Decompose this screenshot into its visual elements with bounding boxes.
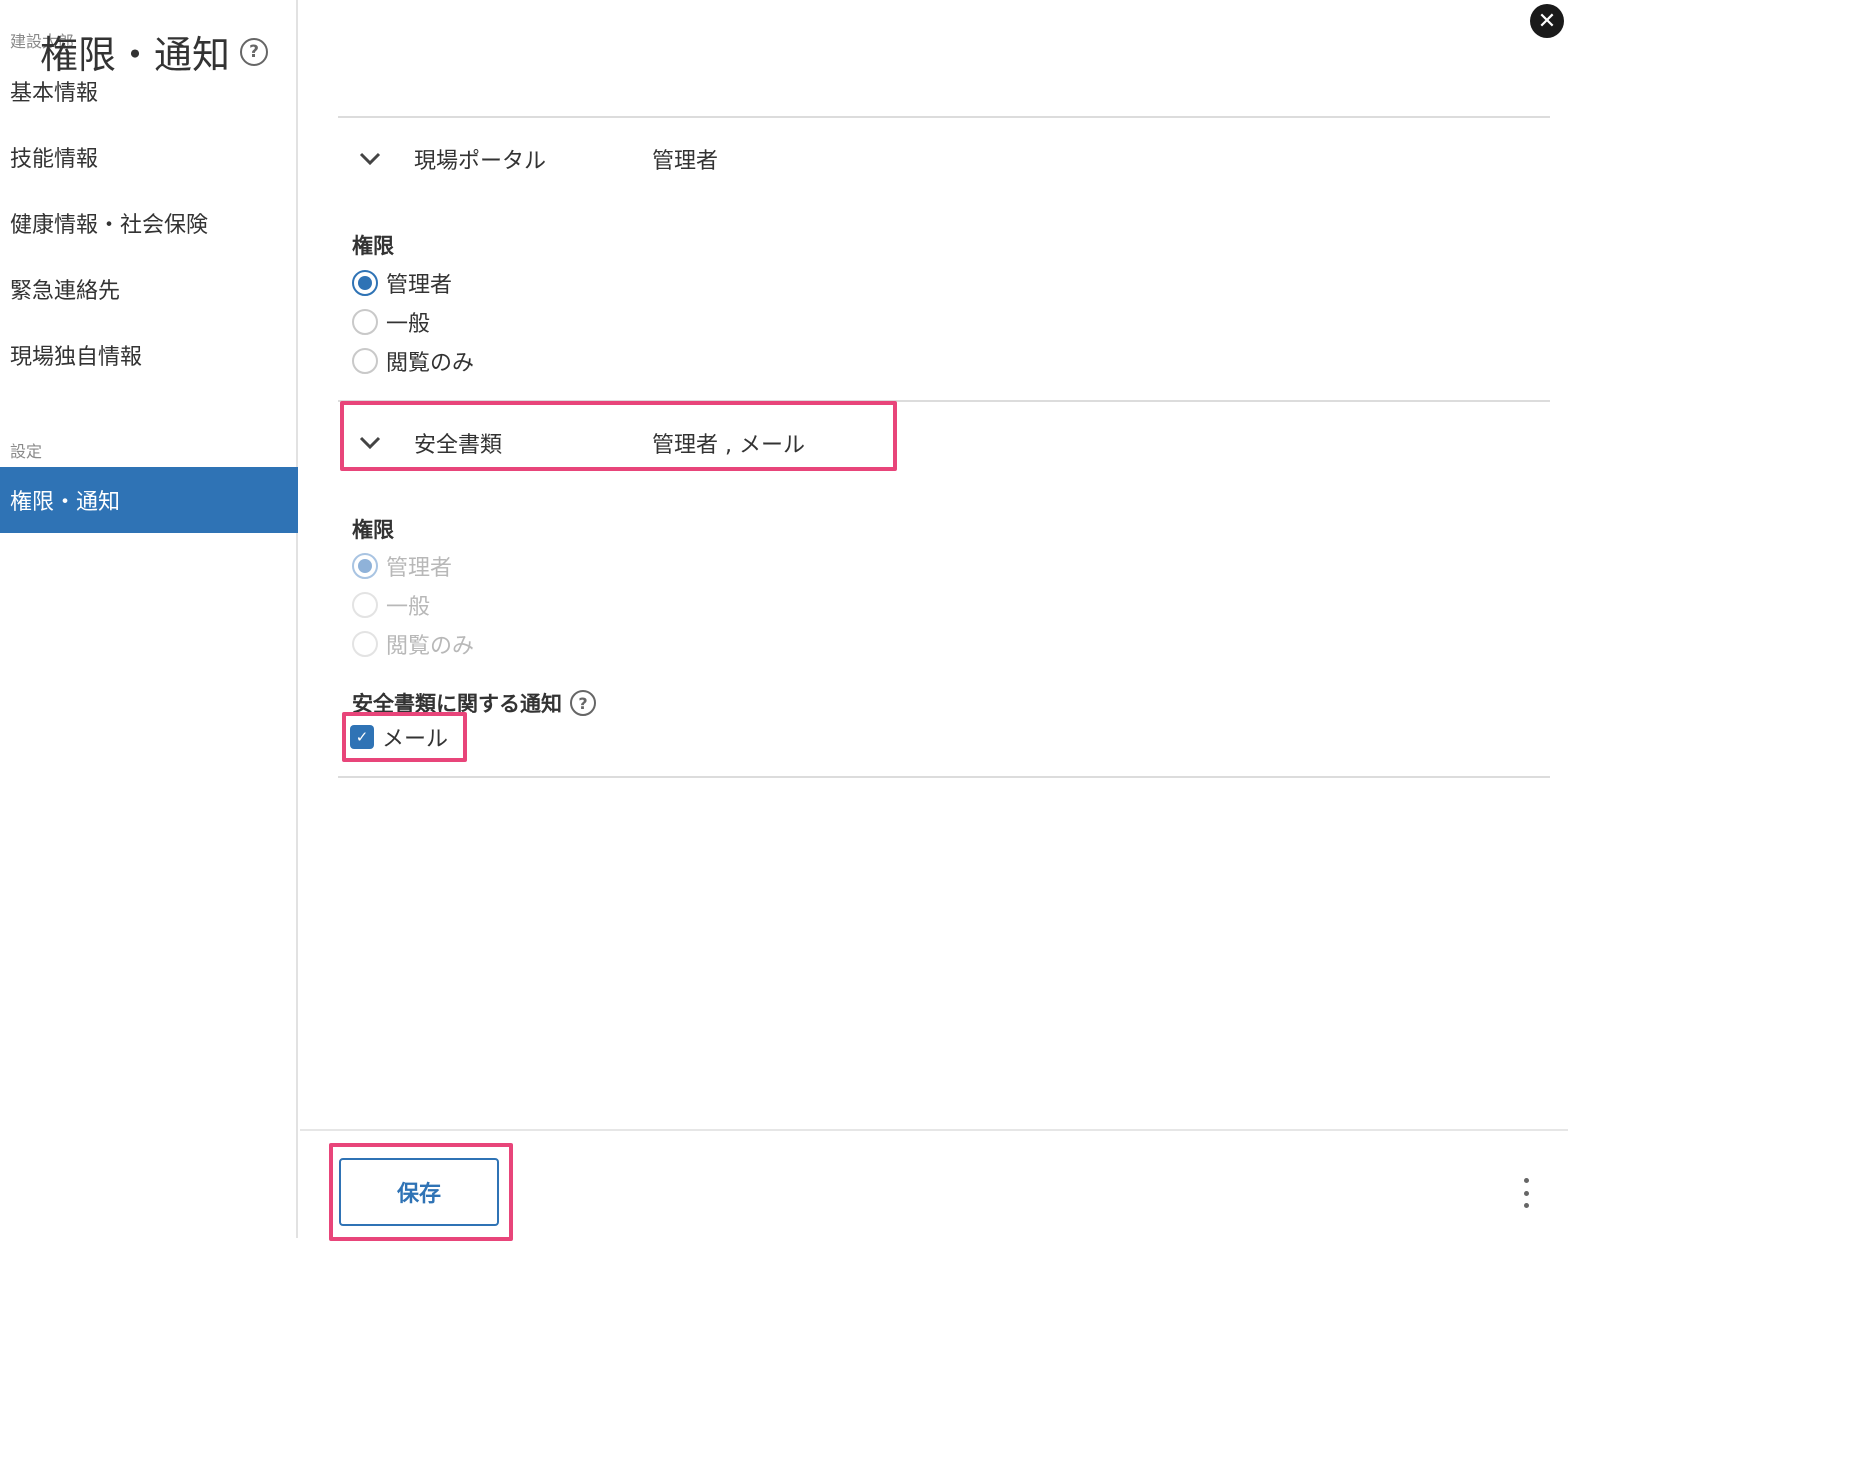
highlight-box bbox=[329, 1143, 513, 1241]
permission-label: 権限 bbox=[352, 518, 394, 542]
page-title: 権限・通知 ? bbox=[40, 24, 269, 79]
radio-button bbox=[352, 592, 378, 618]
radio-button[interactable] bbox=[352, 309, 378, 335]
radio-label: 一般 bbox=[386, 312, 431, 337]
divider bbox=[338, 116, 1550, 118]
radio-option-general[interactable]: 一般 bbox=[352, 306, 430, 338]
accordion-header-site-portal[interactable]: 現場ポータル 管理者 bbox=[340, 124, 896, 194]
radio-option-view-only[interactable]: 閲覧のみ bbox=[352, 345, 474, 377]
kebab-dot bbox=[1523, 1203, 1529, 1208]
kebab-dot bbox=[1523, 1190, 1529, 1196]
page-title-text: 権限・通知 bbox=[40, 33, 231, 77]
radio-button bbox=[352, 553, 378, 579]
radio-label: 閲覧のみ bbox=[386, 634, 475, 659]
sidebar: 建設太郎 基本情報 技能情報 健康情報・社会保険 緊急連絡先 現場独自情報 設定… bbox=[0, 0, 298, 1238]
help-icon[interactable]: ? bbox=[570, 690, 596, 716]
more-options-icon[interactable] bbox=[1516, 1178, 1536, 1208]
help-icon[interactable]: ? bbox=[240, 37, 269, 66]
radio-label: 閲覧のみ bbox=[386, 351, 475, 376]
sidebar-item-emergency-contact[interactable]: 緊急連絡先 bbox=[0, 256, 298, 322]
radio-option-admin: 管理者 bbox=[352, 550, 452, 582]
radio-label: 一般 bbox=[386, 595, 431, 620]
radio-option-general: 一般 bbox=[352, 589, 430, 621]
sidebar-item-health-insurance[interactable]: 健康情報・社会保険 bbox=[0, 190, 298, 256]
radio-option-view-only: 閲覧のみ bbox=[352, 628, 474, 660]
chevron-down-icon bbox=[340, 152, 400, 166]
close-icon[interactable]: ✕ bbox=[1530, 4, 1564, 38]
kebab-dot bbox=[1523, 1178, 1529, 1183]
sidebar-item-site-info[interactable]: 現場独自情報 bbox=[0, 322, 298, 388]
divider bbox=[338, 776, 1550, 778]
radio-button[interactable] bbox=[352, 270, 378, 296]
highlight-box bbox=[340, 401, 897, 471]
sidebar-item-skill-info[interactable]: 技能情報 bbox=[0, 124, 298, 190]
sidebar-item-permissions-notifications[interactable]: 権限・通知 bbox=[0, 467, 298, 533]
permission-label: 権限 bbox=[352, 234, 394, 258]
highlight-box bbox=[342, 712, 467, 762]
radio-button[interactable] bbox=[352, 348, 378, 374]
accordion-summary: 管理者 bbox=[652, 149, 719, 174]
footer-divider bbox=[300, 1129, 1568, 1131]
radio-option-admin[interactable]: 管理者 bbox=[352, 267, 452, 299]
radio-button bbox=[352, 631, 378, 657]
app-root: 建設太郎 基本情報 技能情報 健康情報・社会保険 緊急連絡先 現場独自情報 設定… bbox=[0, 0, 1568, 1250]
sidebar-settings-section: 設定 bbox=[10, 442, 43, 461]
accordion-title: 現場ポータル bbox=[414, 149, 547, 174]
radio-label: 管理者 bbox=[386, 273, 453, 298]
radio-label: 管理者 bbox=[386, 556, 453, 581]
